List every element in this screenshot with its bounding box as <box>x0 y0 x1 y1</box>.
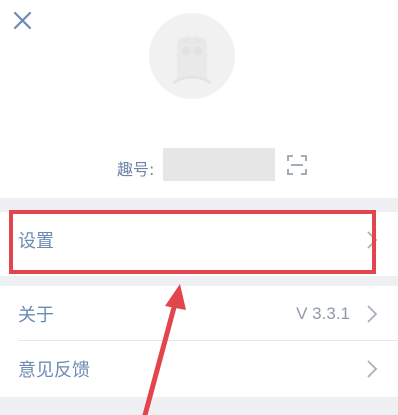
settings-row[interactable]: 设置 <box>0 212 398 268</box>
about-row[interactable]: 关于 V 3.3.1 <box>0 286 398 342</box>
id-row: 趣号: <box>0 148 398 184</box>
about-label: 关于 <box>18 305 54 326</box>
section-divider <box>0 198 398 212</box>
close-button[interactable] <box>10 8 38 36</box>
chevron-right-icon <box>367 231 378 249</box>
id-value <box>163 148 275 181</box>
close-icon <box>13 11 32 30</box>
scan-icon <box>287 155 307 175</box>
default-avatar-icon <box>149 13 235 99</box>
version-value: V 3.3.1 <box>296 304 350 323</box>
feedback-row[interactable]: 意见反馈 <box>0 341 398 397</box>
feedback-label: 意见反馈 <box>18 360 90 381</box>
section-divider <box>0 276 398 286</box>
chevron-right-icon <box>367 305 378 323</box>
id-label: 趣号: <box>117 160 155 179</box>
scan-button[interactable] <box>286 154 308 176</box>
bottom-background <box>0 397 398 415</box>
settings-label: 设置 <box>18 231 54 252</box>
avatar[interactable] <box>149 13 235 99</box>
chevron-right-icon <box>367 360 378 378</box>
